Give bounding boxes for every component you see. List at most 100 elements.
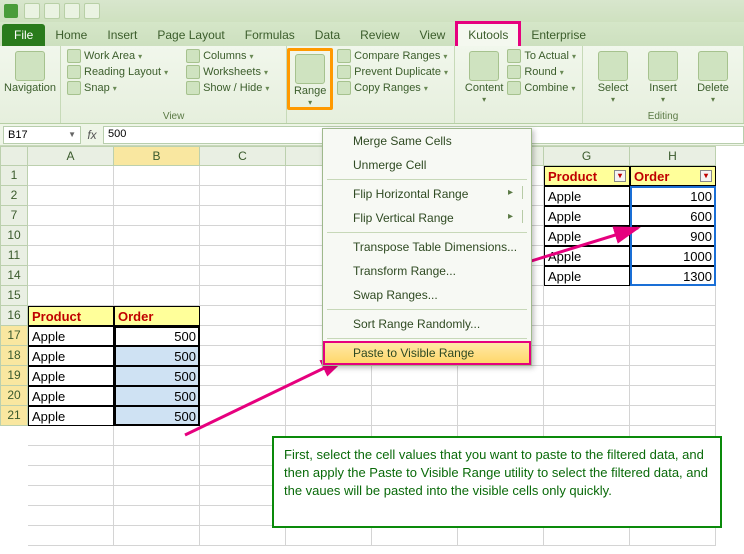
row-header-2[interactable]: 2: [0, 186, 28, 206]
cell-blank[interactable]: [630, 526, 716, 546]
col-header-B[interactable]: B: [114, 146, 200, 166]
table2-cell-product-2[interactable]: Apple: [28, 366, 114, 386]
cell-blank[interactable]: [458, 526, 544, 546]
select-all-corner[interactable]: [0, 146, 28, 166]
cell-blank[interactable]: [28, 226, 114, 246]
cell-blank[interactable]: [114, 466, 200, 486]
filter-icon[interactable]: ▾: [700, 170, 712, 182]
content-button[interactable]: Content ▾: [461, 48, 507, 104]
cell-blank[interactable]: [544, 286, 630, 306]
menu-item-transform-range-[interactable]: Transform Range...: [323, 259, 531, 283]
table2-cell-product-1[interactable]: Apple: [28, 346, 114, 366]
cell-blank[interactable]: [200, 166, 286, 186]
menu-item-flip-vertical-range[interactable]: Flip Vertical Range: [323, 206, 531, 230]
cell-blank[interactable]: [286, 526, 372, 546]
select-button[interactable]: Select▾: [589, 48, 637, 104]
view-item-show-hide[interactable]: Show / Hide ▾: [186, 80, 269, 96]
cell-blank[interactable]: [630, 306, 716, 326]
table2-cell-product-4[interactable]: Apple: [28, 406, 114, 426]
table2-header-product[interactable]: Product: [28, 306, 114, 326]
navigation-button[interactable]: Navigation: [6, 48, 54, 94]
row-header-20[interactable]: 20: [0, 386, 28, 406]
cell-blank[interactable]: [544, 366, 630, 386]
content-item-to-actual[interactable]: To Actual ▾: [507, 48, 576, 64]
cell-blank[interactable]: [458, 386, 544, 406]
cell-blank[interactable]: [200, 526, 286, 546]
cell-blank[interactable]: [28, 526, 114, 546]
cell-blank[interactable]: [630, 406, 716, 426]
cell-blank[interactable]: [28, 166, 114, 186]
insert-button[interactable]: Insert▾: [639, 48, 687, 104]
cell-blank[interactable]: [200, 306, 286, 326]
cell-blank[interactable]: [544, 346, 630, 366]
filter-icon[interactable]: ▾: [614, 170, 626, 182]
content-item-round[interactable]: Round ▾: [507, 64, 576, 80]
cell-blank[interactable]: [372, 366, 458, 386]
cell-blank[interactable]: [630, 326, 716, 346]
table1-cell-order-0[interactable]: 100: [630, 186, 716, 206]
cell-blank[interactable]: [544, 326, 630, 346]
cell-blank[interactable]: [630, 386, 716, 406]
cell-blank[interactable]: [630, 346, 716, 366]
name-box[interactable]: B17 ▼: [3, 126, 81, 144]
cell-blank[interactable]: [200, 206, 286, 226]
cell-blank[interactable]: [28, 486, 114, 506]
qat-redo-icon[interactable]: [64, 3, 80, 19]
qat-customize-icon[interactable]: [84, 3, 100, 19]
tab-formulas[interactable]: Formulas: [235, 24, 305, 46]
fx-icon[interactable]: fx: [81, 128, 103, 142]
row-header-15[interactable]: 15: [0, 286, 28, 306]
tab-review[interactable]: Review: [350, 24, 409, 46]
cell-blank[interactable]: [114, 226, 200, 246]
cell-blank[interactable]: [114, 266, 200, 286]
col-header-A[interactable]: A: [28, 146, 114, 166]
cell-blank[interactable]: [28, 466, 114, 486]
tab-page-layout[interactable]: Page Layout: [147, 24, 234, 46]
cell-blank[interactable]: [28, 446, 114, 466]
cell-blank[interactable]: [544, 406, 630, 426]
row-header-1[interactable]: 1: [0, 166, 28, 186]
tab-view[interactable]: View: [410, 24, 456, 46]
row-header-10[interactable]: 10: [0, 226, 28, 246]
cell-blank[interactable]: [114, 506, 200, 526]
table2-header-order[interactable]: Order: [114, 306, 200, 326]
cell-blank[interactable]: [200, 286, 286, 306]
range-item-prevent-duplicate[interactable]: Prevent Duplicate ▾: [337, 64, 448, 80]
view-item-reading-layout[interactable]: Reading Layout ▾: [67, 64, 168, 80]
cell-blank[interactable]: [200, 266, 286, 286]
menu-item-sort-range-randomly-[interactable]: Sort Range Randomly...: [323, 312, 531, 336]
cell-blank[interactable]: [458, 406, 544, 426]
table2-cell-product-0[interactable]: Apple: [28, 326, 114, 346]
cell-blank[interactable]: [114, 246, 200, 266]
cell-blank[interactable]: [200, 326, 286, 346]
view-item-work-area[interactable]: Work Area ▾: [67, 48, 168, 64]
col-header-G[interactable]: G: [544, 146, 630, 166]
tab-file[interactable]: File: [2, 24, 45, 46]
cell-blank[interactable]: [544, 386, 630, 406]
cell-blank[interactable]: [200, 186, 286, 206]
table2-cell-product-3[interactable]: Apple: [28, 386, 114, 406]
view-item-columns[interactable]: Columns ▾: [186, 48, 269, 64]
menu-item-merge-same-cells[interactable]: Merge Same Cells: [323, 129, 531, 153]
row-header-16[interactable]: 16: [0, 306, 28, 326]
cell-blank[interactable]: [114, 286, 200, 306]
cell-blank[interactable]: [372, 406, 458, 426]
view-item-worksheets[interactable]: Worksheets ▾: [186, 64, 269, 80]
delete-button[interactable]: Delete▾: [689, 48, 737, 104]
cell-blank[interactable]: [28, 286, 114, 306]
cell-blank[interactable]: [28, 506, 114, 526]
cell-blank[interactable]: [114, 446, 200, 466]
row-header-7[interactable]: 7: [0, 206, 28, 226]
cell-blank[interactable]: [630, 366, 716, 386]
row-header-17[interactable]: 17: [0, 326, 28, 346]
cell-blank[interactable]: [544, 306, 630, 326]
col-header-H[interactable]: H: [630, 146, 716, 166]
cell-blank[interactable]: [372, 386, 458, 406]
tab-data[interactable]: Data: [305, 24, 350, 46]
menu-item-swap-ranges-[interactable]: Swap Ranges...: [323, 283, 531, 307]
menu-item-paste-to-visible-range[interactable]: Paste to Visible Range: [323, 341, 531, 365]
cell-blank[interactable]: [28, 246, 114, 266]
view-item-snap[interactable]: Snap ▾: [67, 80, 168, 96]
tab-insert[interactable]: Insert: [97, 24, 147, 46]
row-header-11[interactable]: 11: [0, 246, 28, 266]
